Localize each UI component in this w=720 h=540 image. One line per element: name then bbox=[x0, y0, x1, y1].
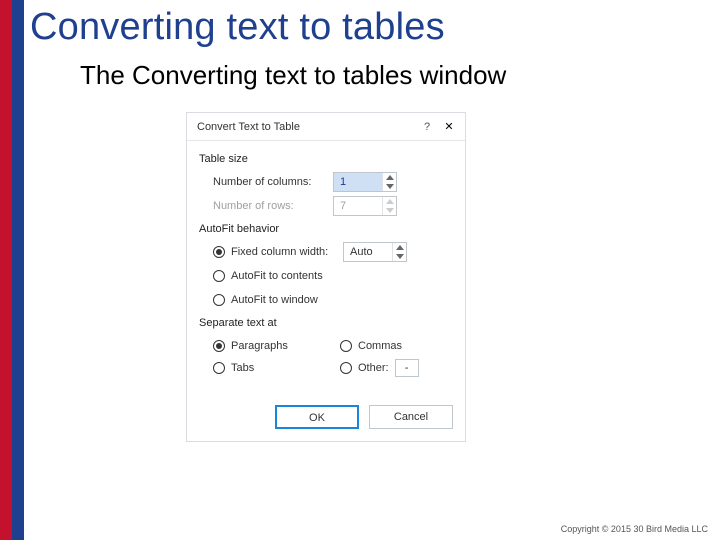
accent-bar bbox=[0, 0, 24, 540]
spinner-down-button[interactable] bbox=[383, 182, 396, 191]
spinner-number-of-rows: 7 bbox=[333, 196, 397, 216]
input-other-separator[interactable]: - bbox=[395, 359, 419, 377]
radio-other[interactable] bbox=[340, 362, 352, 374]
label-other: Other: bbox=[358, 362, 389, 374]
group-label-separate-text: Separate text at bbox=[199, 317, 453, 329]
row-autofit-contents: AutoFit to contents bbox=[199, 265, 453, 287]
group-label-table-size: Table size bbox=[199, 153, 453, 165]
label-fixed-column-width: Fixed column width: bbox=[231, 246, 343, 258]
label-number-of-rows: Number of rows: bbox=[199, 200, 333, 212]
row-fixed-column-width: Fixed column width: Auto bbox=[199, 241, 453, 263]
slide-subtitle: The Converting text to tables window bbox=[80, 60, 506, 91]
ok-button[interactable]: OK bbox=[275, 405, 359, 429]
spinner-value: 1 bbox=[334, 173, 382, 191]
label-autofit-contents: AutoFit to contents bbox=[231, 270, 323, 282]
row-autofit-window: AutoFit to window bbox=[199, 289, 453, 311]
close-button[interactable]: ✕ bbox=[441, 120, 457, 133]
row-number-of-rows: Number of rows: 7 bbox=[199, 195, 453, 217]
label-paragraphs: Paragraphs bbox=[231, 340, 288, 352]
row-number-of-columns: Number of columns: 1 bbox=[199, 171, 453, 193]
label-autofit-window: AutoFit to window bbox=[231, 294, 318, 306]
spinner-up-button bbox=[383, 197, 396, 206]
group-table-size: Table size Number of columns: 1 Number o… bbox=[199, 153, 453, 217]
label-tabs: Tabs bbox=[231, 362, 254, 374]
slide-title: Converting text to tables bbox=[30, 6, 445, 49]
radio-autofit-contents[interactable] bbox=[213, 270, 225, 282]
spinner-up-button[interactable] bbox=[383, 173, 396, 182]
radio-commas[interactable] bbox=[340, 340, 352, 352]
convert-text-to-table-dialog: Convert Text to Table ? ✕ Table size Num… bbox=[186, 112, 466, 442]
label-number-of-columns: Number of columns: bbox=[199, 176, 333, 188]
group-autofit: AutoFit behavior Fixed column width: Aut… bbox=[199, 223, 453, 311]
dialog-titlebar: Convert Text to Table ? ✕ bbox=[187, 113, 465, 141]
copyright-text: Copyright © 2015 30 Bird Media LLC bbox=[561, 524, 708, 534]
cancel-button[interactable]: Cancel bbox=[369, 405, 453, 429]
group-label-autofit: AutoFit behavior bbox=[199, 223, 453, 235]
radio-autofit-window[interactable] bbox=[213, 294, 225, 306]
help-button[interactable]: ? bbox=[419, 121, 435, 133]
spinner-down-button bbox=[383, 206, 396, 215]
spinner-value: 7 bbox=[334, 197, 382, 215]
dialog-title: Convert Text to Table bbox=[197, 121, 419, 133]
spinner-fixed-column-width[interactable]: Auto bbox=[343, 242, 407, 262]
radio-tabs[interactable] bbox=[213, 362, 225, 374]
radio-paragraphs[interactable] bbox=[213, 340, 225, 352]
dialog-body: Table size Number of columns: 1 Number o… bbox=[187, 141, 465, 395]
radio-fixed-column-width[interactable] bbox=[213, 246, 225, 258]
spinner-number-of-columns[interactable]: 1 bbox=[333, 172, 397, 192]
spinner-down-button[interactable] bbox=[393, 252, 406, 261]
spinner-up-button[interactable] bbox=[393, 243, 406, 252]
dialog-button-row: OK Cancel bbox=[187, 395, 465, 441]
spinner-value: Auto bbox=[344, 243, 392, 261]
label-commas: Commas bbox=[358, 340, 402, 352]
group-separate-text: Separate text at Paragraphs Commas T bbox=[199, 317, 453, 379]
